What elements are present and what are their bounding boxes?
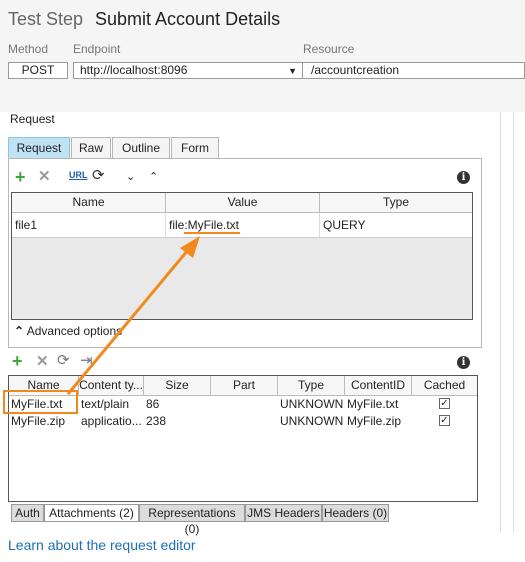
tab-headers[interactable]: Headers (0) bbox=[322, 504, 389, 522]
tab-jms-headers[interactable]: JMS Headers bbox=[245, 504, 322, 522]
tab-attachments[interactable]: Attachments (2) bbox=[44, 504, 139, 522]
tab-representations[interactable]: Representations (0) bbox=[139, 504, 245, 536]
annotation-arrow bbox=[66, 236, 200, 395]
tab-auth[interactable]: Auth bbox=[11, 504, 44, 522]
learn-link[interactable]: Learn about the request editor bbox=[8, 537, 196, 553]
